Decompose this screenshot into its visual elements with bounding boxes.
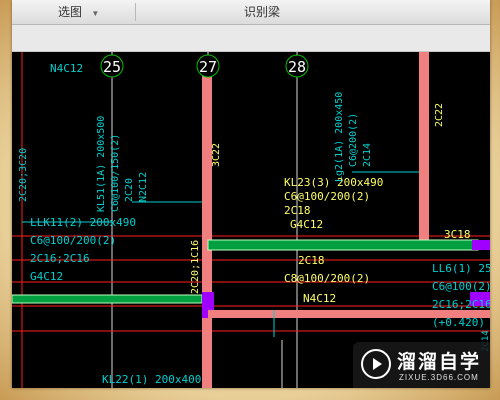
beam-label: C6@100/200(2) [284, 190, 370, 203]
beam-label: KL23(3) 200x490 [284, 176, 383, 189]
axis-label-25: 25 [103, 58, 121, 76]
beam-label: 2C20;3C20 [18, 148, 29, 202]
beam-label: LL6(1) 250x [432, 262, 490, 275]
beam-llk11-green[interactable] [12, 294, 203, 304]
tab-select-graphic-label: 选图 [58, 5, 83, 19]
beam-label: 2C18 [284, 204, 311, 217]
beam-label: KL22(1) 200x400 [102, 373, 201, 386]
beam-label: 2C18 [298, 254, 325, 267]
beam-label: 3C18 [444, 228, 471, 241]
tab-divider [135, 3, 136, 21]
beam-label: 2C20 [124, 178, 135, 202]
beam-axis-27[interactable] [202, 64, 212, 388]
beam-label: G4C12 [290, 218, 323, 231]
axis-label-27: 27 [199, 58, 217, 76]
tab-recognize-beam-label: 识别梁 [244, 5, 281, 19]
tab-recognize-beam[interactable]: 识别梁 [244, 4, 280, 20]
tab-select-graphic[interactable]: 选图 ▼ [58, 4, 99, 20]
axis-label-28: 28 [288, 58, 306, 76]
beam-label: N2C12 [138, 172, 149, 202]
watermark-url: ZIXUE.3D66.COM [399, 373, 479, 382]
beam-label: C6@100/150(2) [110, 134, 121, 212]
beam-right-vertical[interactable] [419, 52, 429, 244]
watermark-title: 溜溜自学 [397, 352, 482, 373]
beam-label: 2C14 [362, 143, 373, 167]
beam-label: N4C12 [50, 62, 83, 75]
cad-drawing[interactable]: 25 27 28 N4C12 2C20;3C20 KL51(1A) 200x50… [12, 52, 490, 388]
beam-label: C6@200(2) [348, 113, 359, 167]
play-logo-icon [361, 349, 391, 379]
beam-label: LLK11(2) 200x490 [30, 216, 136, 229]
cad-app-window: 选图 ▼ 识别梁 25 27 28 N4C12 2C20;3C20 KL51(1… [12, 0, 490, 388]
beam-label: 3C22 [211, 143, 222, 167]
beam-label: C6@100/200(2) [30, 234, 116, 247]
watermark-badge: 溜溜自学 ZIXUE.3D66.COM [353, 342, 490, 388]
beam-label: (+0.420) [432, 316, 485, 329]
ribbon-sub-bar [12, 25, 490, 52]
beam-label: 2C16;2C16 [30, 252, 90, 265]
beam-label: C8@100/200(2) [284, 272, 370, 285]
beam-label: 2C22 [434, 103, 445, 127]
drawing-canvas[interactable]: 25 27 28 N4C12 2C20;3C20 KL51(1A) 200x50… [12, 52, 490, 388]
column-purple[interactable] [472, 240, 490, 250]
beam-label: 2C20;1C16 [190, 240, 201, 294]
play-icon [373, 358, 382, 370]
beam-label: G4C12 [30, 270, 63, 283]
chevron-down-icon[interactable]: ▼ [91, 9, 99, 18]
beam-label: C6@100(2) [432, 280, 490, 293]
beam-label: KL51(1A) 200x500 [96, 116, 107, 212]
beam-label: 2C16;2C16 [432, 298, 490, 311]
ribbon-tab-bar: 选图 ▼ 识别梁 [12, 0, 490, 25]
beam-label: Lg2(1A) 200x450 [334, 92, 345, 182]
beam-label: N4C12 [303, 292, 336, 305]
beam-kl23-green[interactable] [207, 239, 479, 251]
